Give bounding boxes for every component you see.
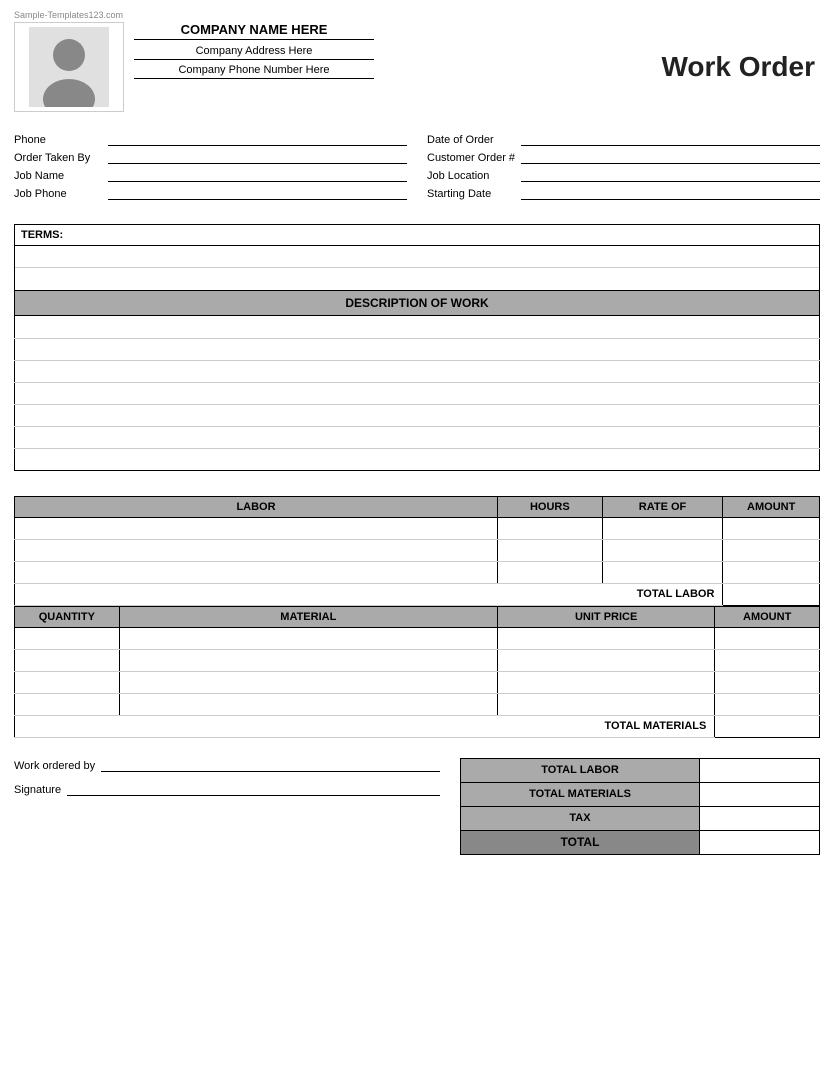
date-label: Date of Order [427,134,517,146]
summary-row-total: TOTAL [461,830,820,854]
mat-col-amount: AMOUNT [715,606,820,627]
summary-total-value [700,830,820,854]
company-address: Company Address Here [134,44,374,60]
header: COMPANY NAME HERE Company Address Here C… [14,22,820,112]
form-row-job-phone: Job Phone [14,186,407,200]
summary-table: TOTAL LABOR TOTAL MATERIALS TAX TOTAL [460,758,820,855]
mat-col-qty: QUANTITY [15,606,120,627]
job-name-label: Job Name [14,170,104,182]
terms-row-2 [15,268,819,290]
job-name-line [108,168,407,182]
desc-row [15,360,820,382]
work-ordered-label: Work ordered by [14,760,95,772]
desc-row [15,404,820,426]
labor-col-amount: AMOUNT [723,496,820,517]
material-total-row: TOTAL MATERIALS [15,715,820,737]
material-table: QUANTITY MATERIAL UNIT PRICE AMOUNT TOTA… [14,606,820,738]
material-row [15,627,820,649]
terms-header: TERMS: [15,225,819,246]
form-fields: Phone Order Taken By Job Name Job Phone … [14,132,820,204]
desc-row [15,382,820,404]
summary-total-materials-value [700,782,820,806]
order-taken-line [108,150,407,164]
labor-table: LABOR HOURS RATE OF AMOUNT TOTAL LABOR [14,496,820,606]
form-row-order-taken: Order Taken By [14,150,407,164]
form-left: Phone Order Taken By Job Name Job Phone [14,132,407,204]
summary-tax-label: TAX [461,806,700,830]
customer-order-label: Customer Order # [427,152,517,164]
phone-label: Phone [14,134,104,146]
watermark: Sample-Templates123.com [14,10,820,20]
summary-total-materials-label: TOTAL MATERIALS [461,782,700,806]
job-location-label: Job Location [427,170,517,182]
mat-col-unit-price: UNIT PRICE [497,606,714,627]
customer-order-line [521,150,820,164]
material-row [15,693,820,715]
company-phone: Company Phone Number Here [134,63,374,79]
job-location-line [521,168,820,182]
starting-date-line [521,186,820,200]
summary-row-total-materials: TOTAL MATERIALS [461,782,820,806]
labor-col-hours: HOURS [498,496,603,517]
labor-total-label: TOTAL LABOR [15,583,723,605]
desc-row [15,448,820,470]
labor-row [15,517,820,539]
labor-total-value [723,583,820,605]
mat-col-material: MATERIAL [119,606,497,627]
desc-row [15,426,820,448]
form-row-job-location: Job Location [427,168,820,182]
labor-col-rate: RATE OF [602,496,723,517]
phone-line [108,132,407,146]
form-row-job-name: Job Name [14,168,407,182]
signature-row: Signature [14,782,440,796]
summary-total-labor-label: TOTAL LABOR [461,758,700,782]
order-taken-label: Order Taken By [14,152,104,164]
company-info: COMPANY NAME HERE Company Address Here C… [134,22,374,82]
job-phone-label: Job Phone [14,188,104,200]
desc-row [15,338,820,360]
labor-row [15,539,820,561]
summary-total-label: TOTAL [461,830,700,854]
labor-total-row: TOTAL LABOR [15,583,820,605]
starting-date-label: Starting Date [427,188,517,200]
work-ordered-line [101,758,440,772]
person-icon [29,27,109,107]
material-total-label: TOTAL MATERIALS [15,715,715,737]
form-row-starting-date: Starting Date [427,186,820,200]
form-row-phone: Phone [14,132,407,146]
material-header-row: QUANTITY MATERIAL UNIT PRICE AMOUNT [15,606,820,627]
company-name: COMPANY NAME HERE [134,22,374,40]
labor-row [15,561,820,583]
job-phone-line [108,186,407,200]
date-line [521,132,820,146]
desc-of-work-table [14,316,820,471]
form-right: Date of Order Customer Order # Job Locat… [427,132,820,204]
material-total-value [715,715,820,737]
labor-col-labor: LABOR [15,496,498,517]
summary-tax-value [700,806,820,830]
terms-section: TERMS: [14,224,820,291]
signature-label: Signature [14,784,61,796]
labor-header-row: LABOR HOURS RATE OF AMOUNT [15,496,820,517]
summary-row-tax: TAX [461,806,820,830]
company-logo [14,22,124,112]
form-row-date: Date of Order [427,132,820,146]
summary-total-labor-value [700,758,820,782]
signature-line [67,782,440,796]
material-row [15,671,820,693]
work-order-title: Work Order [661,51,820,83]
form-row-customer-order: Customer Order # [427,150,820,164]
desc-row [15,316,820,338]
terms-row-1 [15,246,819,268]
material-row [15,649,820,671]
signature-section: Work ordered by Signature [14,758,460,806]
desc-of-work-header: DESCRIPTION OF WORK [14,291,820,316]
summary-row-total-labor: TOTAL LABOR [461,758,820,782]
bottom-section: Work ordered by Signature TOTAL LABOR TO… [14,758,820,855]
work-ordered-row: Work ordered by [14,758,440,772]
